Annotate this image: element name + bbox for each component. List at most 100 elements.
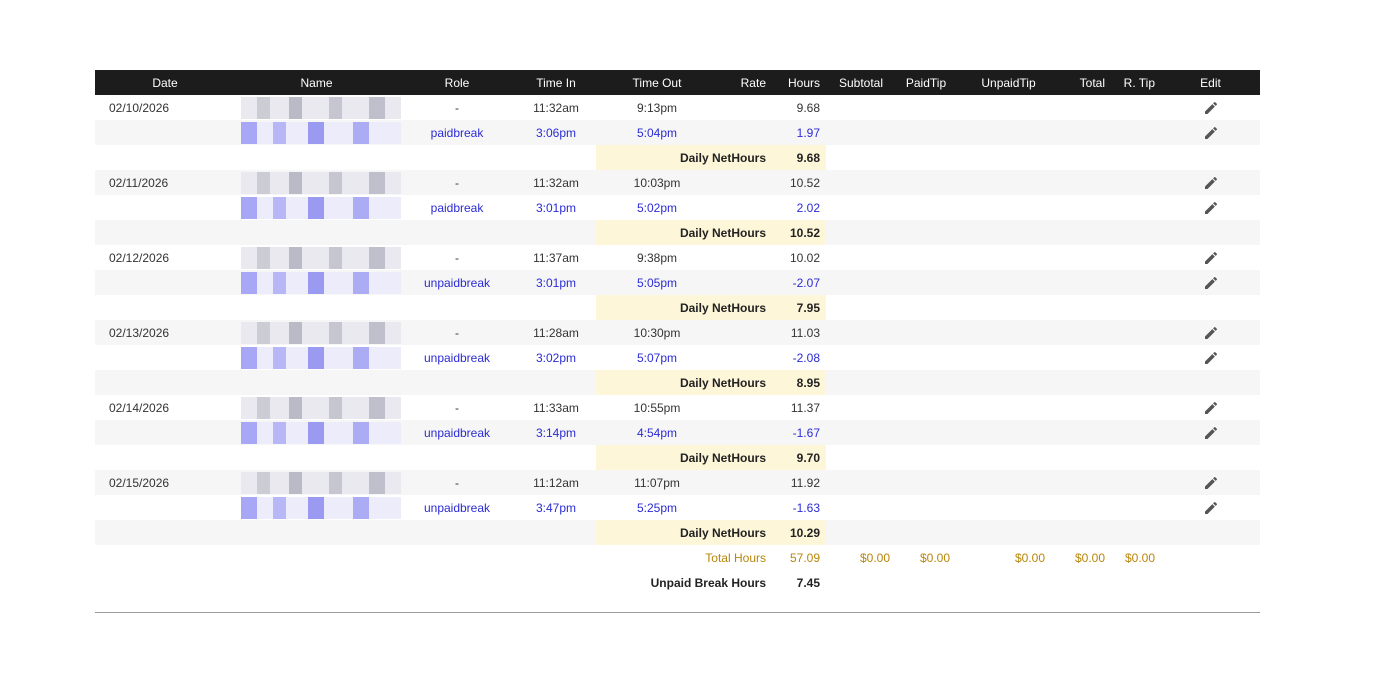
date-cell bbox=[95, 345, 235, 370]
total-r-tip: $0.00 bbox=[1124, 550, 1155, 565]
pencil-icon[interactable] bbox=[1203, 400, 1219, 414]
unpaid-tip-cell bbox=[956, 170, 1061, 195]
daily-net-row: Daily NetHours 10.52 bbox=[95, 220, 1260, 245]
edit-button[interactable] bbox=[1161, 495, 1260, 520]
edit-button[interactable] bbox=[1161, 345, 1260, 370]
header-paid-tip[interactable]: PaidTip bbox=[896, 70, 956, 95]
time-out-cell: 5:02pm bbox=[636, 200, 678, 215]
edit-button[interactable] bbox=[1161, 195, 1260, 220]
time-out-cell: 10:30pm bbox=[596, 320, 718, 345]
role-cell: - bbox=[398, 320, 516, 345]
edit-button[interactable] bbox=[1161, 470, 1260, 495]
edit-button[interactable] bbox=[1161, 270, 1260, 295]
pencil-icon[interactable] bbox=[1203, 350, 1219, 364]
r-tip-cell bbox=[1111, 245, 1161, 270]
time-in-cell: 11:32am bbox=[533, 100, 579, 115]
date-cell: 02/14/2026 bbox=[109, 400, 170, 415]
spacer-cell bbox=[95, 145, 596, 170]
spacer-cell bbox=[95, 520, 596, 545]
pixelated-name bbox=[241, 346, 401, 369]
edit-button[interactable] bbox=[1161, 395, 1260, 420]
date-cell: 02/15/2026 bbox=[95, 470, 235, 495]
header-subtotal[interactable]: Subtotal bbox=[826, 70, 896, 95]
daily-net-label: Daily NetHours bbox=[596, 370, 772, 395]
subtotal-cell bbox=[826, 120, 896, 145]
time-out-cell: 4:54pm bbox=[596, 420, 718, 445]
time-in-cell: 3:47pm bbox=[535, 500, 577, 515]
hours-cell: 2.02 bbox=[796, 200, 820, 215]
header-unpaid-tip[interactable]: UnpaidTip bbox=[956, 70, 1061, 95]
name-cell bbox=[235, 495, 401, 520]
table-row: 02/11/2026 -11:32am 10:03pm 10.52 bbox=[95, 170, 1260, 195]
time-out-cell: 5:07pm bbox=[636, 350, 678, 365]
time-in-cell: 3:06pm bbox=[516, 120, 596, 145]
pencil-icon[interactable] bbox=[1203, 425, 1219, 439]
pencil-icon[interactable] bbox=[1203, 275, 1219, 289]
header-time-in[interactable]: Time In bbox=[516, 70, 596, 95]
header-time-out[interactable]: Time Out bbox=[596, 70, 718, 95]
pencil-icon[interactable] bbox=[1203, 175, 1219, 189]
r-tip-cell bbox=[1111, 420, 1161, 445]
total-cell bbox=[1061, 495, 1111, 520]
header-hours[interactable]: Hours bbox=[772, 70, 826, 95]
header-date[interactable]: Date bbox=[95, 70, 235, 95]
unpaid-break-row: Unpaid Break Hours 7.45 bbox=[95, 570, 1260, 595]
name-cell bbox=[235, 195, 401, 220]
paid-tip-cell bbox=[896, 470, 956, 495]
rate-cell bbox=[718, 195, 772, 220]
hours-cell: 10.02 bbox=[789, 250, 820, 265]
table-row: 02/12/2026 - 11:37am 9:38pm 10.02 bbox=[95, 245, 1260, 270]
rate-cell bbox=[718, 345, 772, 370]
pencil-icon[interactable] bbox=[1203, 100, 1219, 114]
name-cell bbox=[235, 320, 401, 345]
edit-button[interactable] bbox=[1161, 120, 1260, 145]
pixelated-name bbox=[241, 421, 401, 444]
edit-button[interactable] bbox=[1161, 95, 1260, 120]
header-role[interactable]: Role bbox=[398, 70, 516, 95]
rate-cell bbox=[718, 420, 772, 445]
paid-tip-cell bbox=[896, 170, 956, 195]
daily-net-row: Daily NetHours 9.68 bbox=[95, 145, 1260, 170]
total-cell bbox=[1061, 270, 1111, 295]
header-total[interactable]: Total bbox=[1061, 70, 1111, 95]
hours-cell: 10.52 bbox=[772, 170, 826, 195]
pencil-icon[interactable] bbox=[1203, 250, 1219, 264]
spacer-cell bbox=[826, 220, 1260, 245]
edit-button[interactable] bbox=[1161, 320, 1260, 345]
pixelated-name bbox=[241, 496, 401, 519]
header-name[interactable]: Name bbox=[235, 70, 398, 95]
pencil-icon[interactable] bbox=[1203, 500, 1219, 514]
header-rate[interactable]: Rate bbox=[718, 70, 772, 95]
header-edit: Edit bbox=[1161, 70, 1260, 95]
paid-tip-cell bbox=[896, 320, 956, 345]
date-cell: 02/13/2026 bbox=[95, 320, 235, 345]
pencil-icon[interactable] bbox=[1203, 475, 1219, 489]
header-r-tip[interactable]: R. Tip bbox=[1111, 70, 1161, 95]
rate-cell bbox=[718, 495, 772, 520]
unpaid-tip-cell bbox=[956, 195, 1061, 220]
spacer-cell bbox=[95, 570, 596, 595]
time-in-cell: 3:02pm bbox=[535, 350, 577, 365]
edit-button[interactable] bbox=[1161, 245, 1260, 270]
unpaid-tip-cell bbox=[956, 495, 1061, 520]
total-subtotal: $0.00 bbox=[859, 550, 890, 565]
time-out-cell: 5:25pm bbox=[636, 500, 678, 515]
daily-net-label: Daily NetHours bbox=[596, 295, 772, 320]
pencil-icon[interactable] bbox=[1203, 325, 1219, 339]
pencil-icon[interactable] bbox=[1203, 200, 1219, 214]
daily-net-hours: 8.95 bbox=[772, 370, 826, 395]
r-tip-cell bbox=[1111, 170, 1161, 195]
spacer-cell bbox=[95, 545, 596, 570]
role-cell: - bbox=[455, 400, 459, 415]
daily-net-hours: 10.29 bbox=[772, 520, 826, 545]
break-row: unpaidbreak 3:02pm 5:07pm -2.08 bbox=[95, 345, 1260, 370]
edit-button[interactable] bbox=[1161, 170, 1260, 195]
rate-cell bbox=[718, 245, 772, 270]
edit-button[interactable] bbox=[1161, 420, 1260, 445]
role-cell: - bbox=[455, 250, 459, 265]
name-cell bbox=[235, 95, 401, 120]
pencil-icon[interactable] bbox=[1203, 125, 1219, 139]
break-row: unpaidbreak 3:47pm 5:25pm -1.63 bbox=[95, 495, 1260, 520]
r-tip-cell bbox=[1111, 320, 1161, 345]
time-out-cell: 5:05pm bbox=[596, 270, 718, 295]
